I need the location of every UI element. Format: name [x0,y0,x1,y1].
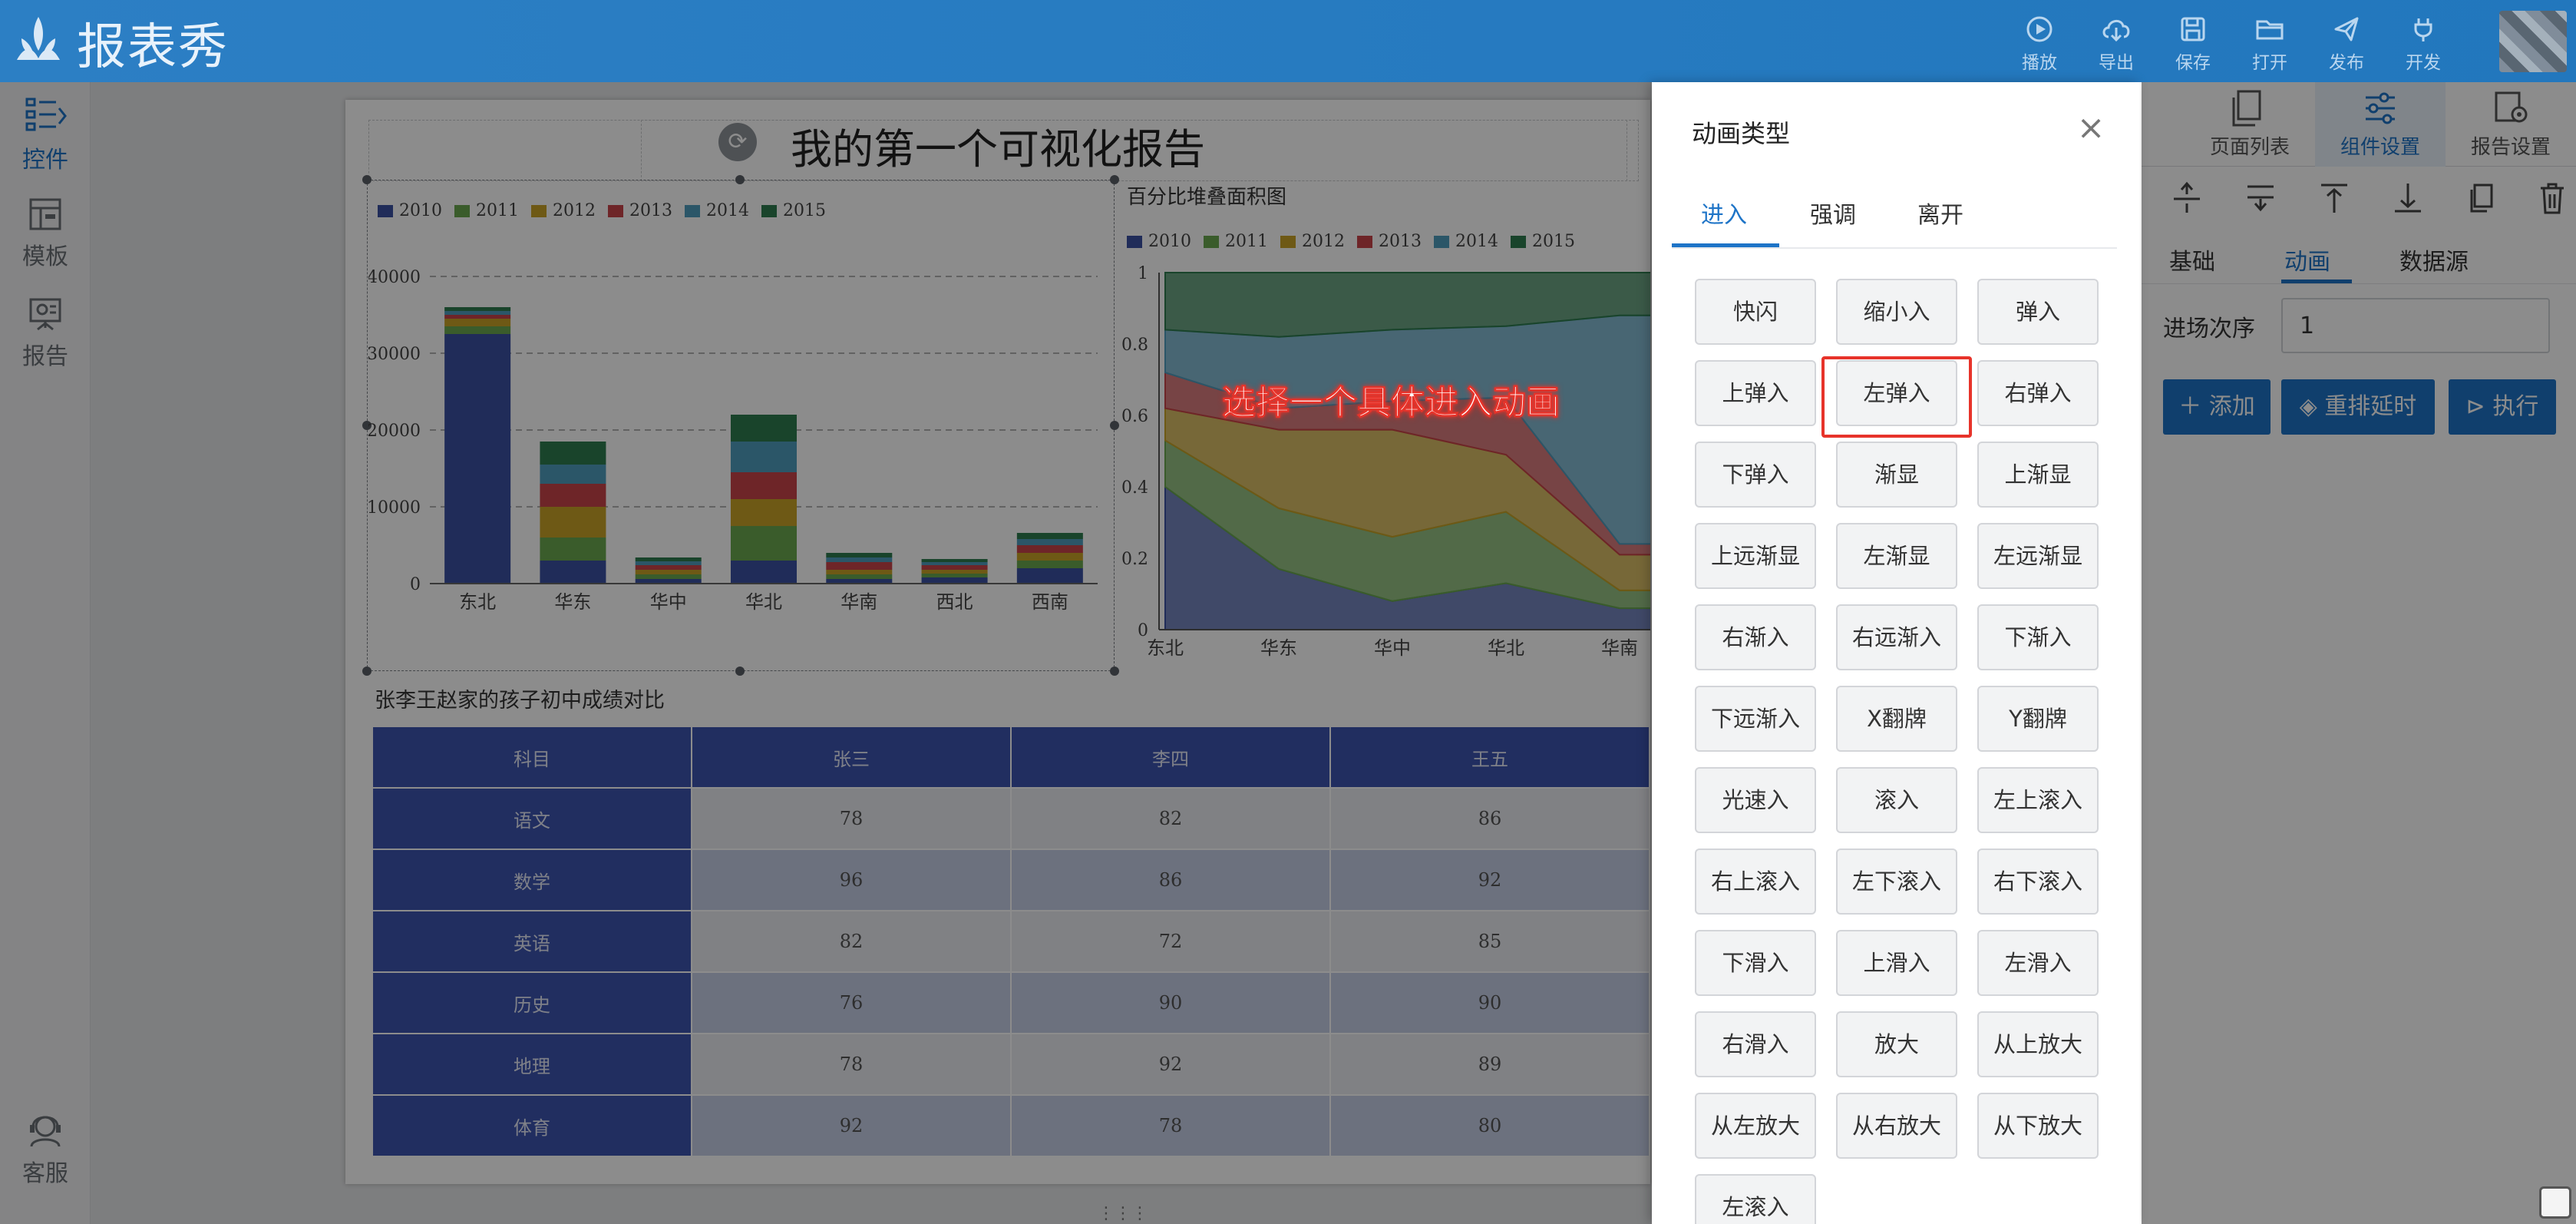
save-label: 保存 [2175,53,2211,73]
tab-active-indicator [1672,243,1779,247]
animation-option-button[interactable]: 渐显 [1836,442,1957,508]
publish-label: 发布 [2329,53,2364,73]
animation-option-button[interactable]: 从下放大 [1977,1093,2099,1159]
animation-option-button[interactable]: X翻牌 [1836,686,1957,752]
animation-option-button[interactable]: 弹入 [1977,279,2099,345]
animation-option-button[interactable]: 上远渐显 [1695,523,1816,589]
animation-option-button[interactable]: 左远渐显 [1977,523,2099,589]
animation-option-button[interactable]: Y翻牌 [1977,686,2099,752]
play-label: 播放 [2022,53,2057,73]
animation-option-button[interactable]: 快闪 [1695,279,1816,345]
animation-option-button[interactable]: 右下滚入 [1977,849,2099,915]
play-button[interactable]: 播放 [2005,15,2074,74]
close-icon[interactable]: × [2074,111,2108,145]
develop-label: 开发 [2406,53,2441,73]
animation-option-button[interactable]: 从上放大 [1977,1011,2099,1077]
tab-exit[interactable]: 离开 [1917,196,1963,230]
save-icon [2181,17,2205,41]
tab-enter[interactable]: 进入 [1701,196,1747,230]
develop-button[interactable]: 开发 [2389,15,2458,74]
animation-option-button[interactable]: 下远渐入 [1695,686,1816,752]
play-icon [2026,16,2053,42]
tab-divider [1672,247,2117,249]
send-icon [2334,17,2359,41]
animation-option-button[interactable]: 下渐入 [1977,604,2099,670]
animation-option-button[interactable]: 滚入 [1836,767,1957,833]
cloud-download-icon [2102,20,2130,42]
selection-highlight [1821,356,1972,438]
animation-option-button[interactable]: 右滑入 [1695,1011,1816,1077]
animation-option-button[interactable]: 缩小入 [1836,279,1957,345]
open-button[interactable]: 打开 [2235,15,2304,74]
animation-option-button[interactable]: 下弹入 [1695,442,1816,508]
animation-option-button[interactable]: 光速入 [1695,767,1816,833]
animation-option-button[interactable]: 左上滚入 [1977,767,2099,833]
animation-option-button[interactable]: 上弹入 [1695,360,1816,426]
animation-option-button[interactable]: 左下滚入 [1836,849,1957,915]
instruction-callout: 选择一个具体进入动画 [1222,383,1560,423]
plug-icon [2414,18,2432,41]
animation-option-button[interactable]: 放大 [1836,1011,1957,1077]
modal-title: 动画类型 [1692,119,1791,148]
avatar[interactable] [2499,11,2567,72]
animation-option-button[interactable]: 右渐入 [1695,604,1816,670]
animation-option-button[interactable]: 右远渐入 [1836,604,1957,670]
logo-icon [17,17,60,60]
publish-button[interactable]: 发布 [2312,15,2381,74]
animation-option-button[interactable]: 右弹入 [1977,360,2099,426]
open-label: 打开 [2252,53,2287,73]
animation-option-button[interactable]: 左滑入 [1977,930,2099,996]
animation-option-button[interactable]: 从右放大 [1836,1093,1957,1159]
window-resize-icon[interactable] [2539,1186,2571,1219]
app-title: 报表秀 [77,19,229,76]
animation-option-button[interactable]: 上渐显 [1977,442,2099,508]
export-button[interactable]: 导出 [2082,15,2151,74]
save-button[interactable]: 保存 [2158,15,2228,74]
animation-option-button[interactable]: 左滚入 [1695,1174,1816,1224]
top-bar: 报表秀 播放 导出 保存 打开 发布 开发 [0,0,2576,82]
folder-icon [2256,20,2284,40]
modal-backdrop-right[interactable] [2142,82,2576,1224]
animation-type-modal: 动画类型 × 进入 强调 离开 快闪 缩小入 弹入 上弹入 左弹入 右弹入 下弹入 渐显 上渐显… [1652,82,2140,1224]
animation-option-button[interactable]: 下滑入 [1695,930,1816,996]
animation-option-button[interactable]: 上滑入 [1836,930,1957,996]
animation-option-button[interactable]: 左渐显 [1836,523,1957,589]
animation-option-button[interactable]: 右上滚入 [1695,849,1816,915]
export-label: 导出 [2099,53,2134,73]
tab-emphasis[interactable]: 强调 [1810,196,1856,230]
animation-option-button[interactable]: 从左放大 [1695,1093,1816,1159]
modal-backdrop-left[interactable] [0,82,1652,1224]
